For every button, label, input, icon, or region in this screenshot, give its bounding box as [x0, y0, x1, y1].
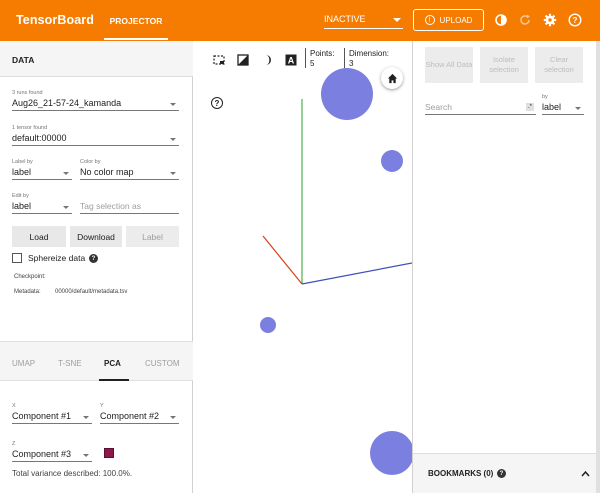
- upload-info-icon: !: [424, 15, 435, 25]
- color-by-select[interactable]: No color map: [80, 166, 179, 180]
- tensor-select-value: default:00000: [12, 133, 67, 143]
- color-by-label: Color by: [80, 159, 101, 165]
- projector-viewport[interactable]: A Points: 5 Dimension: 3 ?: [193, 41, 412, 493]
- chevron-down-icon: [63, 172, 69, 175]
- show-all-data-button[interactable]: Show All Data: [425, 47, 473, 83]
- regex-toggle-icon[interactable]: .*: [526, 103, 534, 111]
- search-by-select[interactable]: label: [542, 101, 584, 115]
- chevron-down-icon: [170, 172, 176, 175]
- reload-icon[interactable]: [518, 13, 532, 27]
- pca-x-value: Component #1: [12, 411, 72, 421]
- tag-selection-placeholder: Tag selection as: [80, 201, 141, 211]
- data-panel-title: DATA: [12, 55, 35, 65]
- pca-z-label: Z: [12, 441, 16, 447]
- pca-x-label: X: [12, 403, 16, 409]
- total-variance-text: Total variance described: 100.0%.: [12, 469, 133, 478]
- chevron-down-icon: [575, 107, 581, 110]
- data-panel-header: DATA: [0, 41, 193, 77]
- data-point[interactable]: [321, 68, 373, 120]
- scatter-3d-scene[interactable]: [193, 41, 412, 493]
- upload-button[interactable]: ! UPLOAD: [413, 9, 484, 31]
- chevron-down-icon: [83, 454, 89, 457]
- load-button[interactable]: Load: [12, 226, 66, 247]
- isolate-selection-button[interactable]: Isolate selection: [480, 47, 528, 83]
- pca-y-label: Y: [100, 403, 104, 409]
- tab-pca[interactable]: PCA: [104, 359, 121, 368]
- tag-selection-input[interactable]: Tag selection as: [80, 200, 179, 214]
- label-by-value: label: [12, 167, 32, 177]
- chevron-down-icon: [170, 103, 176, 106]
- pca-y-value: Component #2: [100, 411, 160, 421]
- metadata-label: Metadata:: [14, 289, 41, 295]
- projection-tabs: UMAP T-SNE PCA CUSTOM: [0, 341, 193, 381]
- data-point[interactable]: [381, 150, 403, 172]
- chevron-down-icon: [63, 206, 69, 209]
- search-by-label: by: [542, 94, 548, 100]
- chevron-down-icon: [83, 416, 89, 419]
- download-button[interactable]: Download: [70, 226, 122, 247]
- x-axis-line: [262, 235, 303, 285]
- search-by-value: label: [542, 102, 562, 112]
- tab-tsne[interactable]: T-SNE: [58, 359, 82, 368]
- bookmarks-help-icon[interactable]: ?: [497, 469, 506, 478]
- tensor-found-label: 1 tensor found: [12, 125, 48, 131]
- edit-by-value: label: [12, 201, 32, 211]
- scrollbar[interactable]: [596, 41, 600, 493]
- sphereize-label: Sphereize data: [28, 253, 86, 263]
- tab-custom[interactable]: CUSTOM: [145, 359, 180, 368]
- tab-umap[interactable]: UMAP: [12, 359, 35, 368]
- bookmarks-bar[interactable]: BOOKMARKS (0) ?: [413, 453, 600, 493]
- pca-z-select[interactable]: Component #3: [12, 448, 92, 462]
- pca-z-value: Component #3: [12, 449, 72, 459]
- data-panel: DATA 3 runs found Aug26_21-57-24_kamanda…: [0, 41, 193, 493]
- label-by-select[interactable]: label: [12, 166, 72, 180]
- chevron-down-icon: [393, 18, 401, 22]
- tab-projector[interactable]: PROJECTOR: [102, 0, 170, 41]
- active-tab-indicator: [104, 38, 168, 40]
- top-app-bar: TensorBoard PROJECTOR INACTIVE ! UPLOAD …: [0, 0, 600, 41]
- active-projection-indicator: [99, 379, 129, 381]
- pca-x-select[interactable]: Component #1: [12, 410, 92, 424]
- edit-by-select[interactable]: label: [12, 200, 72, 214]
- help-icon[interactable]: ?: [568, 13, 582, 27]
- chevron-down-icon: [170, 138, 176, 141]
- viewer-help-icon[interactable]: ?: [211, 97, 223, 109]
- plugin-status-value: INACTIVE: [324, 14, 366, 24]
- color-by-value: No color map: [80, 167, 134, 177]
- run-select[interactable]: Aug26_21-57-24_kamanda: [12, 97, 179, 111]
- pca-z-enable-checkbox[interactable]: [104, 448, 114, 458]
- search-input[interactable]: Search .*: [425, 101, 536, 115]
- upload-label: UPLOAD: [439, 15, 473, 25]
- clear-selection-button[interactable]: Clear selection: [535, 47, 583, 83]
- chevron-up-icon[interactable]: [581, 470, 590, 477]
- edit-by-label: Edit by: [12, 193, 29, 199]
- bookmarks-label: BOOKMARKS (0): [428, 469, 494, 478]
- home-icon: [387, 73, 397, 83]
- app-title: TensorBoard: [16, 13, 94, 27]
- sphereize-help-icon[interactable]: ?: [89, 254, 98, 263]
- dark-mode-icon[interactable]: [494, 13, 508, 27]
- metadata-path: 00000/default/metadata.tsv: [55, 289, 128, 295]
- reset-view-button[interactable]: [381, 67, 403, 89]
- svg-text:?: ?: [573, 16, 578, 25]
- label-by-label: Label by: [12, 159, 33, 165]
- runs-found-label: 3 runs found: [12, 90, 43, 96]
- tensor-select[interactable]: default:00000: [12, 132, 179, 146]
- inspector-panel: Show All Data Isolate selection Clear se…: [412, 41, 600, 493]
- data-point[interactable]: [370, 431, 412, 475]
- label-button[interactable]: Label: [126, 226, 179, 247]
- checkpoint-label: Checkpoint:: [14, 274, 46, 280]
- pca-y-select[interactable]: Component #2: [100, 410, 179, 424]
- data-point[interactable]: [260, 317, 276, 333]
- sphereize-checkbox[interactable]: [12, 253, 22, 263]
- settings-gear-icon[interactable]: [543, 13, 557, 27]
- run-select-value: Aug26_21-57-24_kamanda: [12, 98, 122, 108]
- search-placeholder: Search: [425, 102, 452, 112]
- plugin-status-select[interactable]: INACTIVE: [324, 11, 403, 29]
- z-axis-line: [301, 262, 412, 285]
- chevron-down-icon: [170, 416, 176, 419]
